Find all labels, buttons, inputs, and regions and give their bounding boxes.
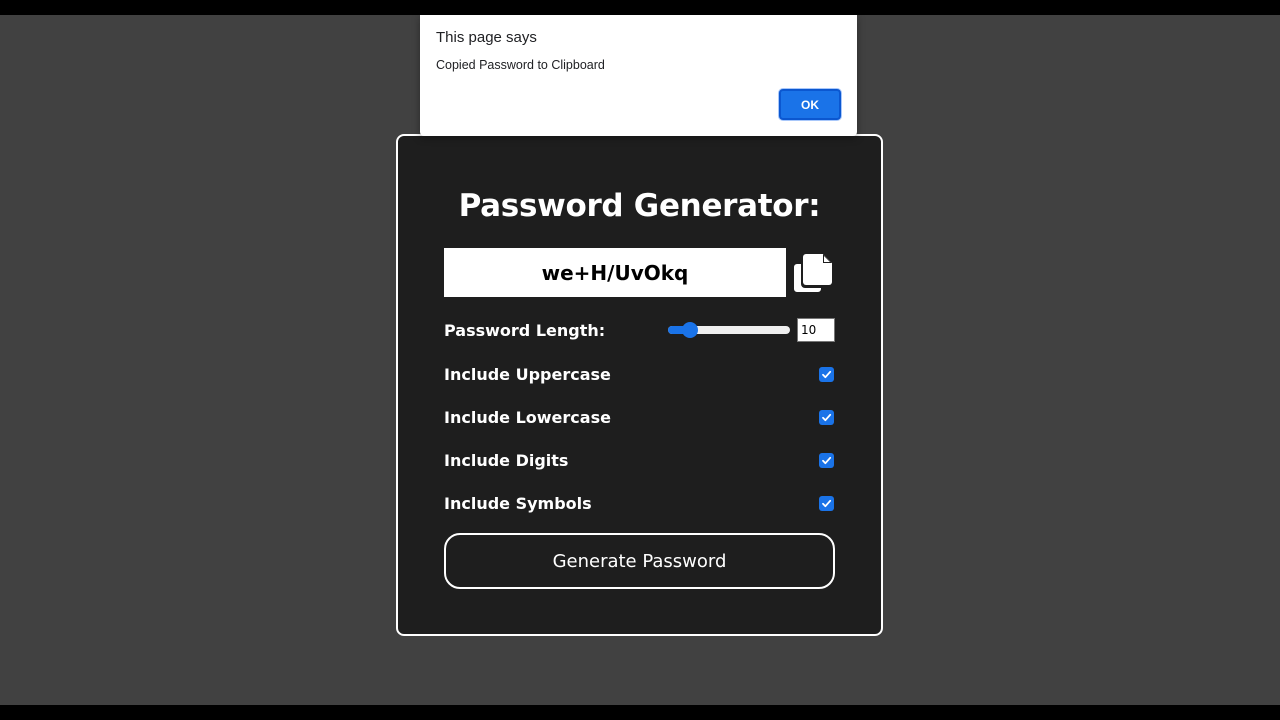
alert-ok-button[interactable]: OK — [779, 89, 841, 120]
password-generator-card: Password Generator: we+H/UvOkq Password … — [396, 134, 883, 636]
symbols-checkbox[interactable] — [819, 495, 834, 511]
length-row: Password Length: 10 — [444, 318, 835, 342]
generate-password-button[interactable]: Generate Password — [444, 533, 835, 589]
length-slider-thumb[interactable] — [681, 322, 698, 338]
password-output[interactable]: we+H/UvOkq — [444, 248, 786, 297]
option-label: Include Digits — [444, 450, 569, 470]
password-text: we+H/UvOkq — [541, 260, 689, 285]
option-row-uppercase: Include Uppercase — [444, 362, 835, 386]
option-row-digits: Include Digits — [444, 448, 835, 472]
alert-title: This page says — [436, 29, 537, 46]
option-label: Include Lowercase — [444, 407, 611, 427]
alert-message: Copied Password to Clipboard — [436, 58, 605, 72]
option-label: Include Uppercase — [444, 364, 611, 384]
generate-button-label: Generate Password — [552, 550, 727, 572]
digits-checkbox[interactable] — [819, 452, 834, 468]
length-number-input[interactable]: 10 — [797, 318, 835, 342]
check-icon — [822, 499, 832, 507]
alert-dialog: This page says Copied Password to Clipbo… — [420, 15, 857, 136]
check-icon — [822, 370, 832, 378]
lowercase-checkbox[interactable] — [819, 409, 834, 425]
length-controls: 10 — [668, 318, 835, 342]
uppercase-checkbox[interactable] — [819, 366, 834, 382]
check-icon — [822, 413, 832, 421]
length-label: Password Length: — [444, 320, 606, 340]
option-row-lowercase: Include Lowercase — [444, 405, 835, 429]
option-row-symbols: Include Symbols — [444, 491, 835, 515]
length-slider[interactable] — [668, 322, 790, 338]
page-title: Password Generator: — [458, 188, 821, 224]
copy-button[interactable] — [792, 252, 834, 294]
check-icon — [822, 456, 832, 464]
option-label: Include Symbols — [444, 493, 592, 513]
copy-icon — [794, 254, 832, 292]
